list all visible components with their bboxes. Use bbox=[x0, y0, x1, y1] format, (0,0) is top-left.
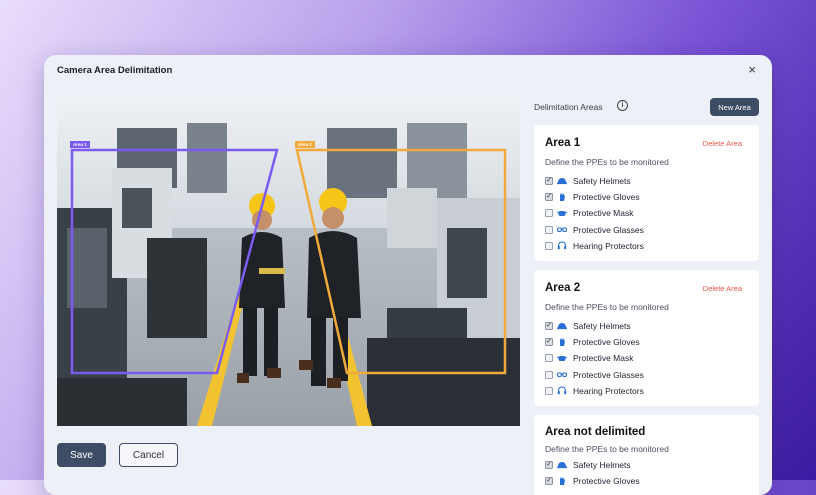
area-name: Area 2 bbox=[545, 282, 581, 294]
ppe-checkbox[interactable] bbox=[545, 225, 553, 234]
ppe-checkbox[interactable]: ✓ bbox=[545, 193, 553, 202]
ppe-item[interactable]: Protective Glasses bbox=[545, 367, 644, 383]
ppe-item[interactable]: ✓ Safety Helmets bbox=[545, 318, 644, 334]
ppe-checkbox[interactable] bbox=[545, 370, 553, 379]
ppe-item[interactable]: ✓ Safety Helmets bbox=[545, 457, 640, 473]
ppe-checkbox[interactable] bbox=[545, 354, 553, 363]
ppe-label: Protective Mask bbox=[573, 208, 634, 219]
ppe-item[interactable]: ✓ Safety Helmets bbox=[545, 173, 644, 189]
ppe-label: Safety Helmets bbox=[573, 176, 631, 187]
glasses-icon bbox=[557, 370, 567, 379]
camera-image bbox=[57, 98, 520, 426]
ppe-item[interactable]: Hearing Protectors bbox=[545, 238, 644, 254]
ppe-subtitle: Define the PPEs to be monitored bbox=[545, 302, 669, 312]
ppe-label: Protective Gloves bbox=[573, 476, 640, 487]
headphones-icon bbox=[557, 241, 567, 250]
delete-area-button[interactable]: Delete Area bbox=[703, 139, 742, 148]
ppe-checkbox[interactable]: ✓ bbox=[545, 477, 553, 486]
ppe-checkbox[interactable] bbox=[545, 241, 553, 250]
glove-icon bbox=[557, 338, 567, 347]
helmet-icon bbox=[557, 177, 567, 186]
glasses-icon bbox=[557, 225, 567, 234]
area-1-zone-tag: Area 1 bbox=[70, 141, 90, 148]
ppe-item[interactable]: Hearing Protectors bbox=[545, 383, 644, 399]
ppe-label: Safety Helmets bbox=[573, 460, 631, 471]
close-icon[interactable]: × bbox=[748, 63, 756, 77]
glove-icon bbox=[557, 477, 567, 486]
ppe-label: Protective Glasses bbox=[573, 224, 644, 235]
ppe-item[interactable]: ✓ Protective Gloves bbox=[545, 334, 644, 350]
area-card: Area 1 Delete Area Define the PPEs to be… bbox=[534, 125, 759, 261]
new-area-button[interactable]: New Area bbox=[710, 98, 759, 116]
ppe-checkbox[interactable]: ✓ bbox=[545, 461, 553, 470]
ppe-label: Protective Mask bbox=[573, 353, 634, 364]
mask-icon bbox=[557, 209, 567, 218]
ppe-label: Hearing Protectors bbox=[573, 385, 644, 396]
delete-area-button[interactable]: Delete Area bbox=[703, 284, 742, 293]
area-name: Area 1 bbox=[545, 137, 581, 149]
helmet-icon bbox=[557, 461, 567, 470]
panel-title: Delimitation Areas bbox=[534, 102, 603, 112]
ppe-item[interactable]: Protective Glasses bbox=[545, 222, 644, 238]
area-name: Area not delimited bbox=[545, 426, 646, 438]
ppe-label: Safety Helmets bbox=[573, 321, 631, 332]
delimitation-areas-header: Delimitation Areas i New Area bbox=[534, 98, 759, 116]
area-card: Area 2 Delete Area Define the PPEs to be… bbox=[534, 270, 759, 406]
ppe-label: Protective Glasses bbox=[573, 369, 644, 380]
headphones-icon bbox=[557, 386, 567, 395]
ppe-list: ✓ Safety Helmets ✓ Protective Gloves bbox=[545, 457, 640, 489]
ppe-checkbox[interactable] bbox=[545, 209, 553, 218]
ppe-list: ✓ Safety Helmets ✓ Protective Gloves Protect… bbox=[545, 318, 644, 399]
helmet-icon bbox=[557, 322, 567, 331]
ppe-item[interactable]: ✓ Protective Gloves bbox=[545, 473, 640, 489]
ppe-checkbox[interactable]: ✓ bbox=[545, 322, 553, 331]
ppe-subtitle: Define the PPEs to be monitored bbox=[545, 444, 669, 454]
ppe-checkbox[interactable]: ✓ bbox=[545, 177, 553, 186]
glove-icon bbox=[557, 193, 567, 202]
modal-title: Camera Area Delimitation bbox=[57, 65, 173, 76]
ppe-item[interactable]: ✓ Protective Gloves bbox=[545, 189, 644, 205]
cancel-button[interactable]: Cancel bbox=[119, 443, 178, 467]
area-2-zone-tag: Area 2 bbox=[295, 141, 315, 148]
info-icon[interactable]: i bbox=[617, 100, 628, 111]
ppe-label: Protective Gloves bbox=[573, 337, 640, 348]
ppe-checkbox[interactable]: ✓ bbox=[545, 338, 553, 347]
ppe-label: Hearing Protectors bbox=[573, 240, 644, 251]
area-card: Area not delimited Define the PPEs to be… bbox=[534, 415, 759, 495]
mask-icon bbox=[557, 354, 567, 363]
ppe-item[interactable]: Protective Mask bbox=[545, 350, 644, 366]
camera-feed[interactable]: Area 1 Area 2 bbox=[57, 98, 520, 426]
save-button[interactable]: Save bbox=[57, 443, 106, 467]
ppe-item[interactable]: Protective Mask bbox=[545, 205, 644, 221]
ppe-checkbox[interactable] bbox=[545, 386, 553, 395]
area-delimitation-modal: Camera Area Delimitation × Area 1 Area 2… bbox=[44, 55, 772, 495]
ppe-label: Protective Gloves bbox=[573, 192, 640, 203]
ppe-list: ✓ Safety Helmets ✓ Protective Gloves Protect… bbox=[545, 173, 644, 254]
ppe-subtitle: Define the PPEs to be monitored bbox=[545, 157, 669, 167]
